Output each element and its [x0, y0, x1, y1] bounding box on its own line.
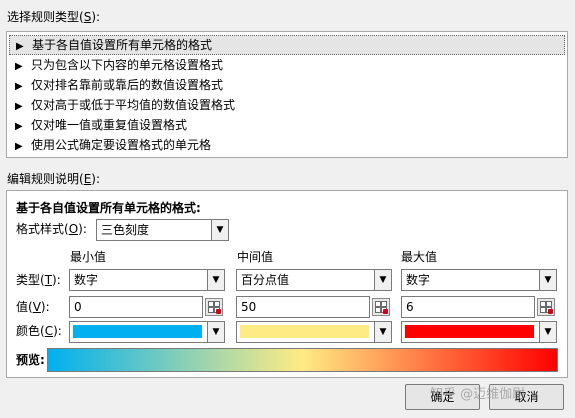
- mid-color-select[interactable]: ▼: [236, 321, 392, 343]
- mid-color-swatch: [240, 325, 369, 338]
- max-header: 最大值: [401, 250, 438, 264]
- triangle-right-icon: ▶: [16, 41, 24, 52]
- chevron-down-icon[interactable]: ▼: [207, 322, 224, 342]
- chevron-down-icon[interactable]: ▼: [539, 322, 556, 342]
- rule-type-item[interactable]: ▶ 仅对排名靠前或靠后的数值设置格式: [9, 75, 565, 95]
- rule-type-item[interactable]: ▶ 只为包含以下内容的单元格设置格式: [9, 55, 565, 75]
- watermark: 知乎 @迈维伽尉: [430, 387, 526, 402]
- format-style-select[interactable]: 三色刻度 ▼: [96, 219, 229, 241]
- triangle-right-icon: ▶: [15, 61, 23, 72]
- chevron-down-icon[interactable]: ▼: [374, 270, 391, 290]
- rule-type-item[interactable]: ▶ 仅对唯一值或重复值设置格式: [9, 115, 565, 135]
- range-picker-icon[interactable]: [537, 298, 555, 316]
- value-label: 值(V):: [16, 300, 50, 314]
- chevron-down-icon[interactable]: ▼: [207, 270, 224, 290]
- min-value-input[interactable]: 0: [69, 296, 203, 318]
- mid-type-value: 百分点值: [241, 273, 290, 287]
- format-style-label: 格式样式(O):: [16, 222, 87, 236]
- mid-header: 中间值: [237, 250, 274, 264]
- preview-label: 预览:: [16, 353, 45, 367]
- type-label: 类型(T):: [16, 273, 61, 287]
- format-style-value: 三色刻度: [101, 223, 150, 237]
- max-color-swatch: [405, 325, 534, 338]
- rule-type-item[interactable]: ▶ 基于各自值设置所有单元格的格式: [9, 35, 565, 55]
- chevron-down-icon[interactable]: ▼: [211, 220, 228, 240]
- max-value-input[interactable]: 6: [401, 296, 535, 318]
- triangle-right-icon: ▶: [15, 81, 23, 92]
- rule-type-list[interactable]: ▶ 基于各自值设置所有单元格的格式 ▶ 只为包含以下内容的单元格设置格式 ▶ 仅对排名…: [6, 31, 568, 158]
- triangle-right-icon: ▶: [15, 121, 23, 132]
- chevron-down-icon[interactable]: ▼: [539, 270, 556, 290]
- mid-type-select[interactable]: 百分点值 ▼: [236, 269, 392, 291]
- min-color-select[interactable]: ▼: [69, 321, 225, 343]
- min-type-value: 数字: [74, 273, 99, 287]
- mid-value-input[interactable]: 50: [236, 296, 370, 318]
- triangle-right-icon: ▶: [15, 101, 23, 112]
- min-color-swatch: [73, 325, 202, 338]
- description-heading: 基于各自值设置所有单元格的格式:: [16, 201, 201, 215]
- range-picker-icon[interactable]: [372, 298, 390, 316]
- triangle-right-icon: ▶: [15, 141, 23, 152]
- min-type-select[interactable]: 数字 ▼: [69, 269, 225, 291]
- chevron-down-icon[interactable]: ▼: [374, 322, 391, 342]
- select-rule-type-label: 选择规则类型(S):: [7, 10, 101, 24]
- max-color-select[interactable]: ▼: [401, 321, 557, 343]
- max-type-value: 数字: [406, 273, 431, 287]
- rule-type-item[interactable]: ▶ 仅对高于或低于平均值的数值设置格式: [9, 95, 565, 115]
- color-scale-preview: [47, 348, 558, 372]
- rule-type-item[interactable]: ▶ 使用公式确定要设置格式的单元格: [9, 135, 565, 155]
- max-type-select[interactable]: 数字 ▼: [401, 269, 557, 291]
- edit-rule-label: 编辑规则说明(E):: [7, 172, 101, 186]
- range-picker-icon[interactable]: [205, 298, 223, 316]
- color-label: 颜色(C):: [16, 324, 62, 338]
- min-header: 最小值: [70, 250, 107, 264]
